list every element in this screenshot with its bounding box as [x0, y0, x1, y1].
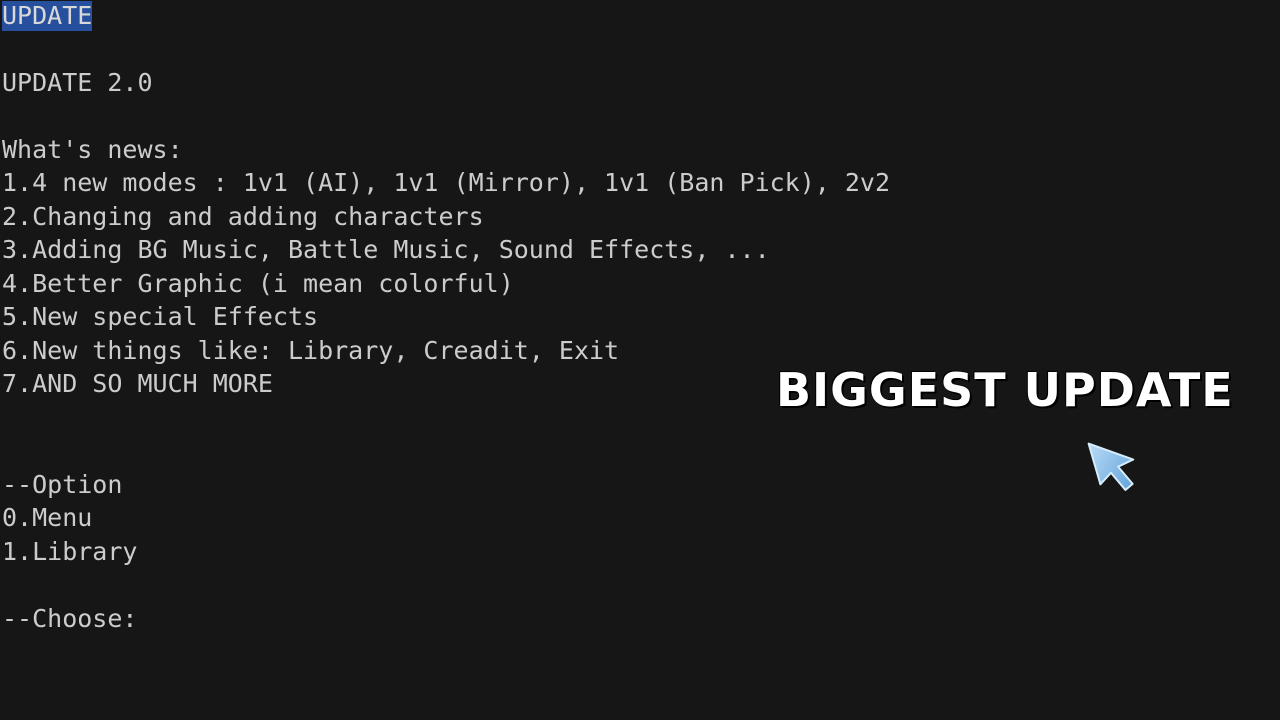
news-header: What's news: [2, 135, 183, 164]
update-title: UPDATE 2.0 [2, 68, 153, 97]
news-item: 6.New things like: Library, Creadit, Exi… [2, 336, 620, 365]
choose-prompt[interactable]: --Choose: [2, 604, 137, 634]
selected-line[interactable]: UPDATE [2, 1, 93, 31]
option-item-menu: 0.Menu [2, 503, 93, 532]
news-item: 7.AND SO MUCH MORE [2, 369, 273, 398]
option-item-library: 1.Library [2, 537, 138, 566]
news-item: 3.Adding BG Music, Battle Music, Sound E… [2, 235, 770, 264]
option-header: --Option [2, 470, 123, 499]
news-item: 5.New special Effects [2, 302, 319, 331]
news-item: 4.Better Graphic (i mean colorful) [2, 269, 514, 298]
console-window: UPDATE UPDATE 2.0 What's news: 1.4 new m… [0, 0, 1280, 720]
news-item: 2.Changing and adding characters [2, 202, 484, 231]
pointer-cursor-icon [1087, 442, 1135, 491]
biggest-update-banner: BIGGEST UPDATE [776, 363, 1234, 417]
news-item: 1.4 new modes : 1v1 (AI), 1v1 (Mirror), … [2, 168, 891, 197]
